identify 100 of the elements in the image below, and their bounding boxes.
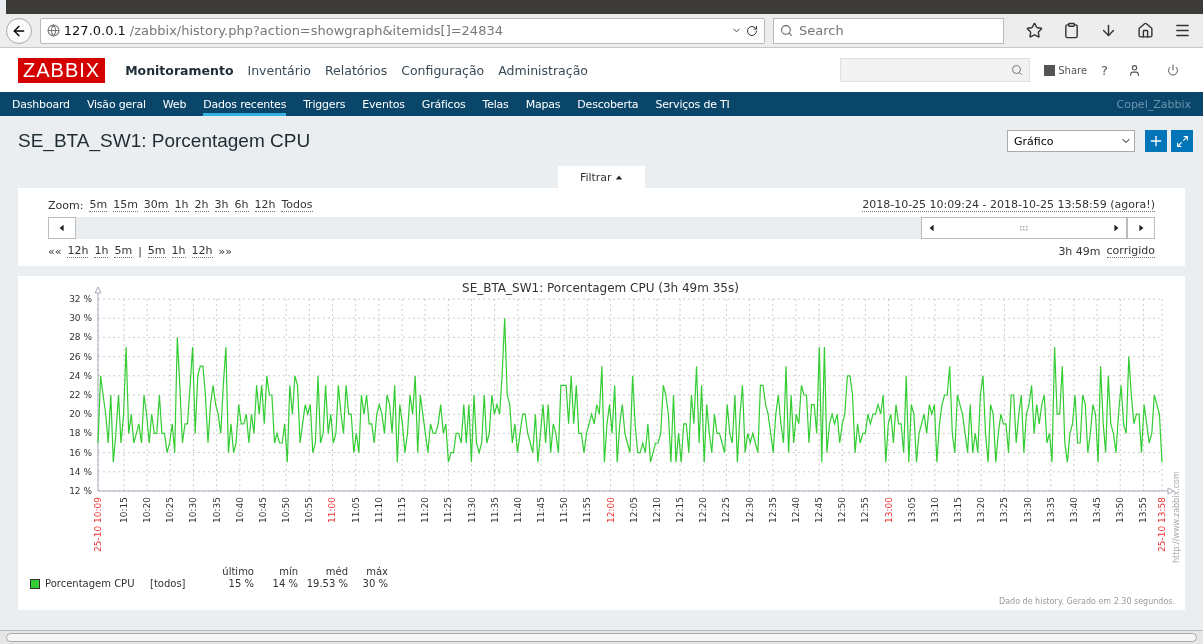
share-link[interactable]: Share [1044, 64, 1088, 76]
zoom-label: Zoom: [48, 198, 84, 212]
x-tick-label: 13:50 [1115, 497, 1126, 523]
x-tick-label: 12:15 [675, 497, 686, 523]
zoom-link[interactable]: 12h [254, 198, 276, 212]
back-button[interactable] [6, 17, 32, 44]
main-menu-tab[interactable]: Inventário [247, 62, 311, 78]
x-tick-label: 12:45 [814, 497, 825, 523]
legend-scope: [todos] [150, 578, 187, 589]
chart-title: SE_BTA_SW1: Porcentagem CPU (3h 49m 35s) [462, 281, 739, 295]
y-tick-label: 14 % [69, 466, 92, 477]
submenu-tab[interactable]: Telas [482, 92, 509, 116]
scroll-thumb[interactable] [921, 217, 1127, 239]
x-tick-label: 13:55 [1138, 497, 1149, 523]
x-tick-label: 11:00 [327, 497, 338, 523]
submenu-tab[interactable]: Visão geral [86, 92, 146, 116]
back-link[interactable]: «« [48, 244, 62, 258]
submenu-tab[interactable]: Triggers [303, 92, 346, 116]
submenu-tab[interactable]: Dashboard [12, 92, 70, 116]
zoom-link[interactable]: Todos [281, 198, 313, 212]
filter-tab[interactable]: Filtrar [557, 166, 646, 188]
time-range-link[interactable]: 2018-10-25 10:09:24 - 2018-10-25 13:58:59 (agora!) [862, 198, 1155, 212]
step-forward-link[interactable]: 5m [147, 244, 166, 258]
x-tick-label: 11:20 [420, 497, 431, 523]
fixed-link[interactable]: corrigido [1106, 244, 1155, 258]
add-button[interactable] [1145, 130, 1167, 152]
submenu-tab[interactable]: Gráficos [421, 92, 466, 116]
x-tick-label: 10:35 [211, 497, 222, 523]
y-tick-label: 30 % [69, 313, 92, 324]
step-forward-link[interactable]: 1h [171, 244, 186, 258]
main-menu-tab[interactable]: Monitoramento [125, 62, 234, 78]
grip-icon [1020, 225, 1028, 231]
generation-note: Dado de history. Gerado em 2.30 segundos. [999, 597, 1175, 606]
scroll-right-button[interactable] [1127, 217, 1155, 239]
zoom-link[interactable]: 30m [143, 198, 169, 212]
browser-search-field[interactable]: Search [773, 17, 1004, 44]
submenu-tab[interactable]: Descoberta [577, 92, 639, 116]
main-menu-tab[interactable]: Relatórios [324, 62, 388, 78]
legend-swatch [30, 578, 40, 589]
y-tick-label: 16 % [69, 447, 92, 458]
zoom-link[interactable]: 1h [174, 198, 189, 212]
x-tick-label: 13:15 [953, 497, 964, 523]
submenu-tab[interactable]: Dados recentes [203, 92, 287, 116]
legend-header: máx [365, 566, 388, 577]
view-select[interactable]: Gráfico [1007, 130, 1135, 152]
url-field[interactable]: 127.0.0.1 /zabbix/history.php?action=showgraph&itemids[]=24834 [39, 17, 765, 44]
credit-text: http://www.zabbix.com [1172, 471, 1181, 563]
x-tick-label: 12:30 [744, 497, 755, 523]
main-menu-tab[interactable]: Configuração [401, 62, 485, 78]
left-triangle-icon [928, 224, 936, 232]
submenu-tab[interactable]: Web [162, 92, 187, 116]
x-tick-label: 12:10 [651, 497, 662, 523]
reload-icon[interactable] [746, 24, 758, 37]
right-triangle-icon [1112, 224, 1120, 232]
legend-header: mín [278, 566, 298, 577]
search-icon [780, 24, 793, 37]
x-tick-label: 10:45 [258, 497, 268, 523]
x-tick-label: 12:20 [698, 497, 709, 523]
y-tick-label: 20 % [69, 409, 92, 420]
submenu-tab[interactable]: Eventos [362, 92, 405, 116]
x-tick-label: 13:40 [1068, 497, 1079, 523]
y-tick-label: 32 % [69, 294, 92, 304]
x-tick-label: 13:10 [929, 497, 940, 523]
zoom-link[interactable]: 15m [113, 198, 138, 212]
step-forward-link[interactable]: 12h [191, 244, 213, 258]
x-tick-label: 13:35 [1045, 497, 1056, 523]
zoom-link[interactable]: 2h [194, 198, 209, 212]
separator-text: | [138, 244, 142, 258]
scroll-left-button[interactable] [48, 217, 76, 239]
x-tick-label: 11:10 [373, 497, 384, 523]
step-back-link[interactable]: 1h [94, 244, 109, 258]
step-back-link[interactable]: 5m [114, 244, 133, 258]
x-tick-label: 11:35 [489, 497, 500, 523]
step-back-link[interactable]: 12h [67, 244, 89, 258]
x-tick-label: 10:25 [165, 497, 176, 523]
x-tick-label: 12:25 [721, 497, 732, 523]
search-icon[interactable] [1011, 64, 1024, 76]
zabbix-logo[interactable]: ZABBIX [18, 57, 106, 83]
right-triangle-icon [1137, 224, 1145, 232]
submenu-tab[interactable]: Mapas [525, 92, 561, 116]
x-tick-label: 25-10 13:58 [1157, 497, 1167, 552]
main-menu-tab[interactable]: Administração [498, 62, 588, 78]
x-tick-label: 13:45 [1092, 497, 1103, 523]
header-search-field[interactable] [840, 58, 1031, 82]
zoom-link[interactable]: 6h [234, 198, 249, 212]
y-tick-label: 12 % [69, 486, 92, 496]
submenu-tab[interactable]: Serviços de TI [655, 92, 730, 116]
y-tick-label: 22 % [69, 390, 92, 400]
legend-name: Porcentagem CPU [45, 578, 135, 589]
x-tick-label: 13:05 [906, 497, 917, 523]
x-tick-label: 12:00 [605, 497, 616, 523]
horizontal-scrollbar[interactable] [6, 633, 1197, 642]
x-tick-label: 11:55 [582, 497, 593, 523]
zoom-link[interactable]: 5m [89, 198, 108, 212]
zoom-link[interactable]: 3h [214, 198, 229, 212]
forward-link[interactable]: »» [218, 244, 232, 258]
help-link[interactable]: ? [1101, 62, 1108, 78]
x-tick-label: 13:25 [999, 497, 1010, 523]
fullscreen-button[interactable] [1171, 130, 1193, 152]
x-tick-label: 13:20 [976, 497, 987, 523]
